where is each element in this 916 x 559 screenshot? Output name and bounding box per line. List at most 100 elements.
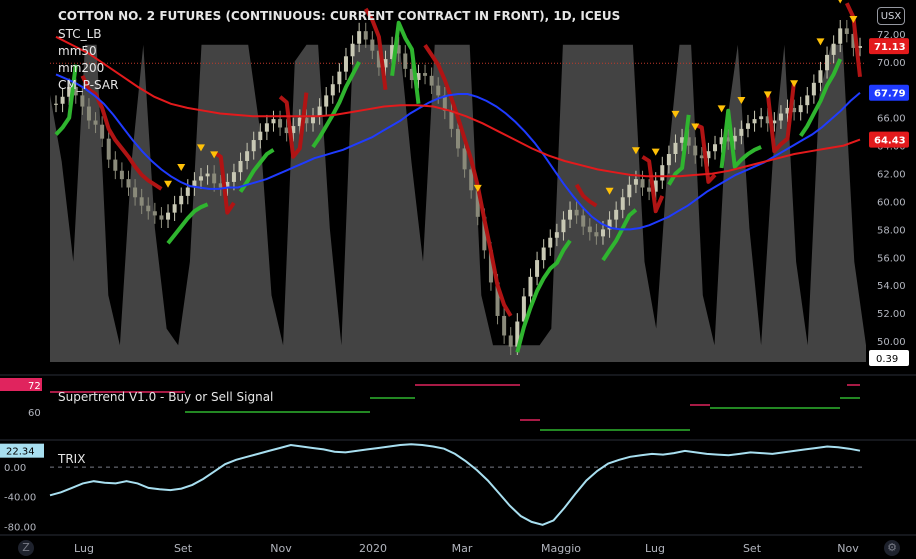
currency-button[interactable]: USX <box>877 7 905 25</box>
candle-body <box>100 124 105 139</box>
candle-body <box>535 260 540 277</box>
time-tick-label: Lug <box>645 542 665 555</box>
candle-body <box>330 84 335 96</box>
candle-body <box>133 187 138 198</box>
time-tick-label: Set <box>174 542 193 555</box>
candle-body <box>159 215 164 220</box>
time-axis[interactable]: Lug Set Nov 2020 Mar Maggio Lug Set Nov <box>74 542 859 555</box>
last-value-label: 67.79 <box>874 89 906 100</box>
candle-body <box>798 105 803 113</box>
stc-last-label: 0.39 <box>876 354 898 365</box>
candle-body <box>179 195 184 205</box>
candle-body <box>587 226 592 233</box>
candle-body <box>449 110 454 129</box>
supertrend-panel: 72 60 <box>0 378 860 431</box>
candle-body <box>311 116 316 124</box>
candle-body <box>436 85 441 96</box>
candle-body <box>568 209 573 220</box>
trix-last-label: 22.34 <box>6 447 35 458</box>
candle-body <box>600 229 605 237</box>
candle-body <box>548 237 553 248</box>
candle-body <box>673 142 678 155</box>
price-tick-label: 54.00 <box>877 281 906 292</box>
candle-body <box>502 315 507 336</box>
candle-body <box>251 140 256 152</box>
candle-body <box>113 159 118 171</box>
sell-signal-marker <box>164 180 173 188</box>
indicator-mm50-label[interactable]: mm50 <box>58 44 97 58</box>
chart-canvas[interactable]: 50.0052.0054.0056.0058.0060.0062.0064.00… <box>0 0 916 559</box>
candle-body <box>80 95 85 107</box>
candle-body <box>317 106 322 117</box>
candle-body <box>844 28 849 34</box>
sell-signal-marker <box>763 91 772 99</box>
settings-icon[interactable]: ⚙ <box>884 540 900 556</box>
candle-body <box>745 123 750 129</box>
chart-title: COTTON NO. 2 FUTURES (CONTINUOUS: CURREN… <box>58 9 621 23</box>
candle-body <box>825 54 830 71</box>
last-value-label: 71.13 <box>874 42 906 53</box>
candle-body <box>627 184 632 198</box>
candle-body <box>528 276 533 297</box>
stc-fill <box>50 44 866 362</box>
candle-body <box>462 148 467 170</box>
time-tick-label: Nov <box>837 542 859 555</box>
supertrend-tick-label: 60 <box>28 408 41 419</box>
candle-body <box>198 176 203 181</box>
sell-signal-marker <box>849 16 858 23</box>
candle-body <box>264 123 269 132</box>
candle-body <box>152 211 157 216</box>
candle-body <box>60 96 65 104</box>
candle-body <box>146 205 151 212</box>
candle-body <box>185 187 190 196</box>
candle-body <box>752 119 757 124</box>
price-tick-label: 62.00 <box>877 170 906 181</box>
time-tick-label: Mar <box>452 542 473 555</box>
trix-line <box>49 443 861 526</box>
indicator-psar-label[interactable]: CM_P-SAR <box>58 78 118 92</box>
trix-label[interactable]: TRIX <box>58 452 85 466</box>
candle-body <box>166 212 171 220</box>
candle-body <box>231 172 236 182</box>
candle-body <box>172 204 177 213</box>
zoom-icon[interactable]: Z <box>18 540 34 556</box>
candle-body <box>258 131 263 141</box>
candle-body <box>541 247 546 261</box>
sell-signal-marker <box>717 105 726 113</box>
price-tick-label: 58.00 <box>877 225 906 236</box>
last-value-label: 64.43 <box>874 136 906 147</box>
sell-signal-marker <box>838 0 843 4</box>
trix-tick-label: -80.00 <box>4 522 36 533</box>
price-tick-label: 60.00 <box>877 197 906 208</box>
candle-body <box>554 232 559 238</box>
candle-body <box>739 128 744 136</box>
indicator-mm200-label[interactable]: mm200 <box>58 61 104 75</box>
time-tick-label: 2020 <box>359 542 387 555</box>
candle-body <box>581 215 586 227</box>
candle-body <box>245 151 250 161</box>
price-tick-label: 70.00 <box>877 58 906 69</box>
candle-body <box>337 71 342 85</box>
candle-body <box>139 197 144 206</box>
candle-body <box>370 39 375 51</box>
candle-body <box>778 113 783 121</box>
candle-body <box>561 219 566 233</box>
candle-body <box>271 119 276 124</box>
candle-body <box>205 173 210 177</box>
sell-signal-marker <box>816 38 825 46</box>
candle-body <box>278 119 283 128</box>
candle-body <box>403 53 408 69</box>
supertrend-label[interactable]: Supertrend V1.0 - Buy or Sell Signal <box>58 390 273 404</box>
candle-body <box>594 232 599 237</box>
candle-body <box>93 120 98 125</box>
candle-body <box>640 179 645 188</box>
candle-body <box>456 128 460 149</box>
candle-body <box>54 103 58 105</box>
candle-body <box>693 145 698 156</box>
indicator-stc-label[interactable]: STC_LB <box>58 27 102 41</box>
candle-body <box>86 106 91 121</box>
candle-body <box>363 31 368 40</box>
candle-body <box>713 144 718 152</box>
candle-body <box>831 43 836 55</box>
candle-body <box>574 209 579 216</box>
